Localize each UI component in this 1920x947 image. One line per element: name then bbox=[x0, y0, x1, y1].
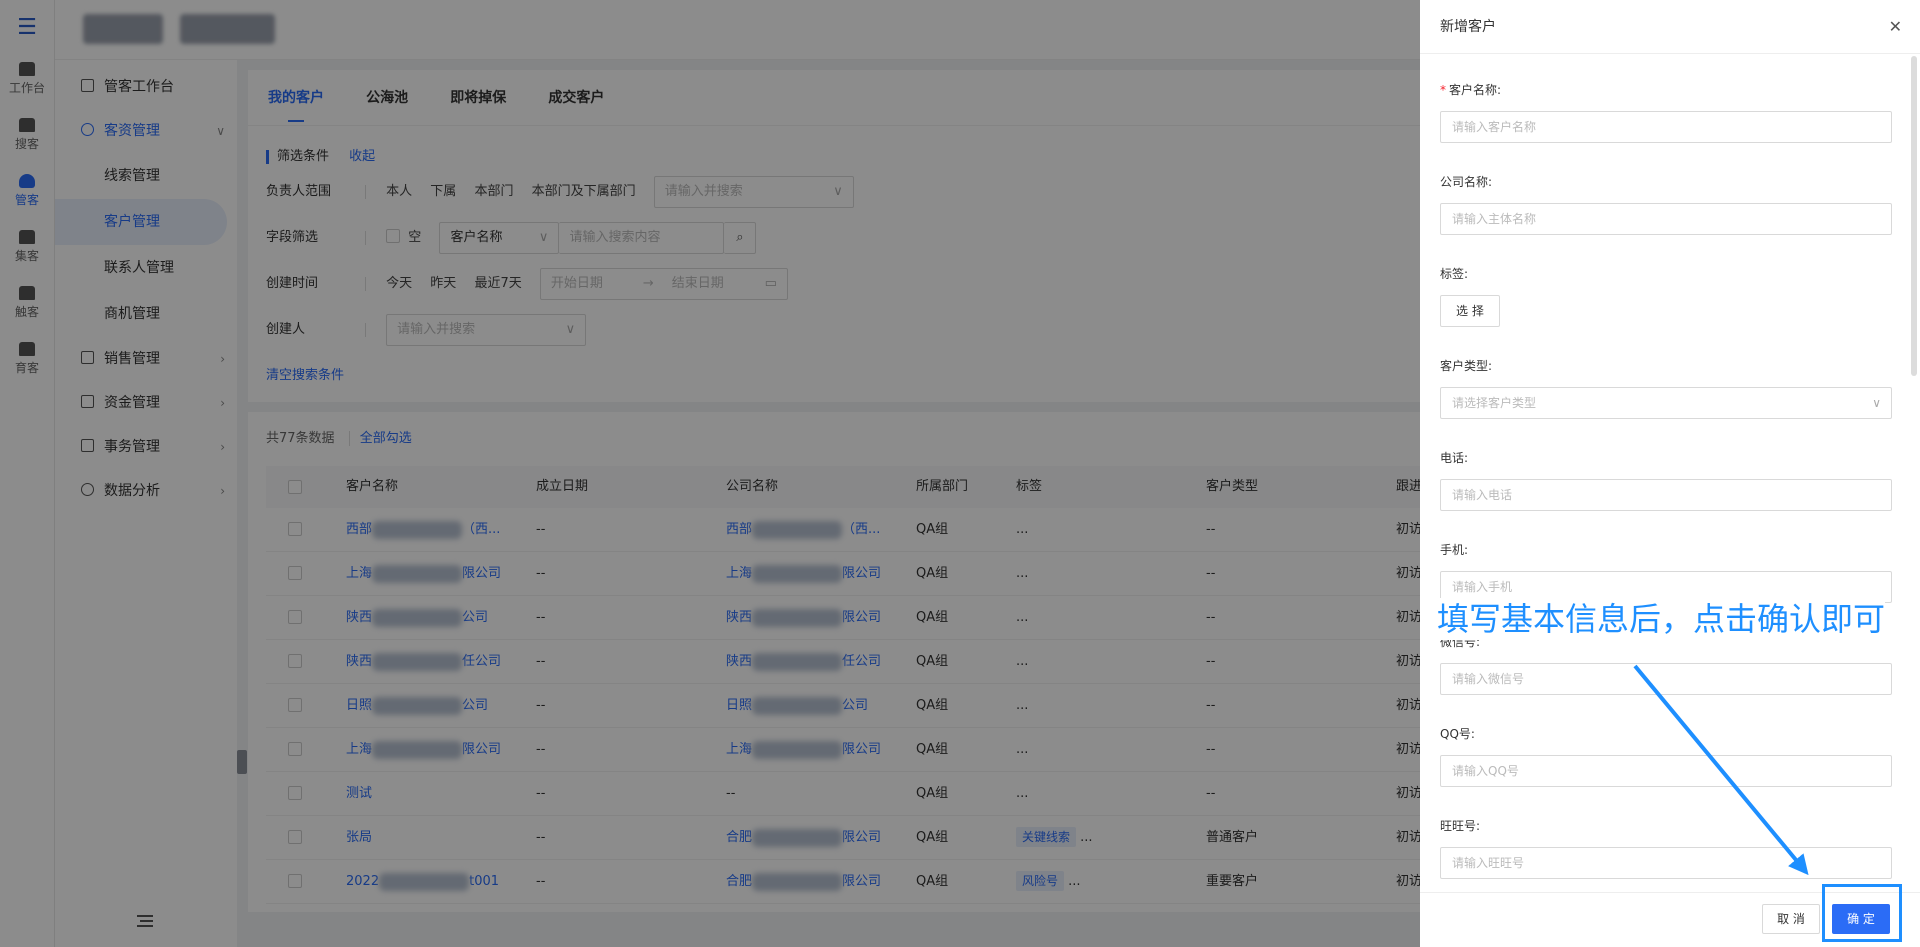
placeholder-text: 请输入QQ号 bbox=[1452, 764, 1519, 778]
form-item: 手机: 请输入手机 bbox=[1440, 514, 1892, 606]
form-label-text: QQ号: bbox=[1440, 727, 1475, 741]
form-item: 标签: 选 择 bbox=[1440, 238, 1892, 330]
form-label: 手机: bbox=[1440, 543, 1892, 557]
form-input[interactable]: 请输入主体名称 bbox=[1440, 203, 1892, 235]
form-label: * 客户名称: bbox=[1440, 83, 1892, 97]
form-label: 标签: bbox=[1440, 267, 1892, 281]
modal-overlay[interactable] bbox=[0, 0, 1420, 947]
form-item: 旺旺号: 请输入旺旺号 bbox=[1440, 790, 1892, 882]
close-icon[interactable]: ✕ bbox=[1889, 0, 1902, 54]
tag-select-button[interactable]: 选 择 bbox=[1440, 295, 1500, 327]
chevron-down-icon: ∨ bbox=[1872, 396, 1881, 410]
form-label-text: 手机: bbox=[1440, 543, 1469, 557]
placeholder-text: 请输入手机 bbox=[1452, 580, 1513, 594]
form-label: 公司名称: bbox=[1440, 175, 1892, 189]
form-label-text: 客户名称: bbox=[1449, 83, 1502, 97]
placeholder-text: 请输入旺旺号 bbox=[1452, 856, 1525, 870]
form-label-text: 电话: bbox=[1440, 451, 1469, 465]
placeholder-text: 请输入电话 bbox=[1452, 488, 1513, 502]
annotation-text: 填写基本信息后，点击确认即可 bbox=[1437, 598, 1886, 640]
cancel-button[interactable]: 取 消 bbox=[1762, 904, 1820, 934]
form-input[interactable]: 请输入客户名称 bbox=[1440, 111, 1892, 143]
placeholder-text: 请输入主体名称 bbox=[1452, 212, 1537, 226]
drawer-scrollbar[interactable] bbox=[1911, 56, 1917, 376]
placeholder-text: 请输入客户名称 bbox=[1452, 120, 1537, 134]
placeholder-text: 请选择客户类型 bbox=[1452, 396, 1537, 410]
form-item: * 客户名称: 请输入客户名称 bbox=[1440, 54, 1892, 146]
form-label: 电话: bbox=[1440, 451, 1892, 465]
form-item: 客户类型: 请选择客户类型 ∨ bbox=[1440, 330, 1892, 422]
form-label: 旺旺号: bbox=[1440, 819, 1892, 833]
form-input[interactable]: 请输入旺旺号 bbox=[1440, 847, 1892, 879]
form-label-text: 客户类型: bbox=[1440, 359, 1493, 373]
form-item: 电话: 请输入电话 bbox=[1440, 422, 1892, 514]
add-customer-form: * 客户名称: 请输入客户名称公司名称: 请输入主体名称标签: 选 择客户类型: 请选择客… bbox=[1440, 54, 1892, 892]
form-label: 客户类型: bbox=[1440, 359, 1892, 373]
form-label-text: 旺旺号: bbox=[1440, 819, 1481, 833]
form-item: QQ号: 请输入QQ号 bbox=[1440, 698, 1892, 790]
customer-type-select[interactable]: 请选择客户类型 ∨ bbox=[1440, 387, 1892, 419]
form-label: QQ号: bbox=[1440, 727, 1892, 741]
form-input[interactable]: 请输入电话 bbox=[1440, 479, 1892, 511]
confirm-highlight-box bbox=[1822, 884, 1902, 942]
drawer-title: 新增客户 bbox=[1440, 19, 1496, 35]
drawer-header: 新增客户 ✕ bbox=[1420, 0, 1920, 54]
form-label-text: 公司名称: bbox=[1440, 175, 1493, 189]
form-label-text: 标签: bbox=[1440, 267, 1469, 281]
placeholder-text: 请输入微信号 bbox=[1452, 672, 1525, 686]
required-asterisk: * bbox=[1440, 83, 1446, 97]
add-customer-drawer: 新增客户 ✕ * 客户名称: 请输入客户名称 公司名称: 请输入主体名称 标签: 选 择客户… bbox=[1420, 0, 1920, 947]
form-input[interactable]: 请输入微信号 bbox=[1440, 663, 1892, 695]
placeholder-text: 选 择 bbox=[1456, 304, 1484, 318]
form-input[interactable]: 请输入QQ号 bbox=[1440, 755, 1892, 787]
form-item: 公司名称: 请输入主体名称 bbox=[1440, 146, 1892, 238]
